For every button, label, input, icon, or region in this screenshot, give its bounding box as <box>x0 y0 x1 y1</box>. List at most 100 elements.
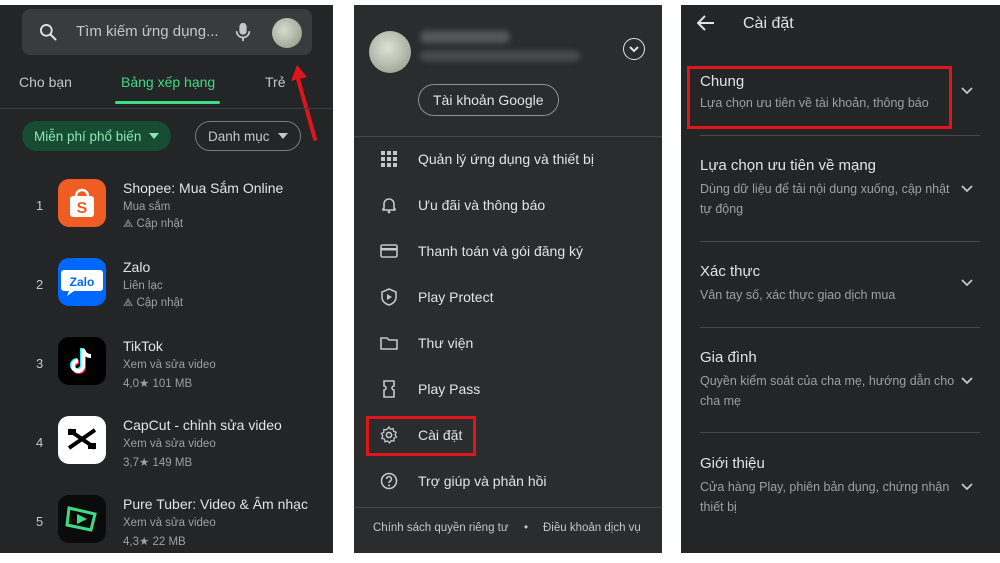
chevron-down-icon <box>961 483 973 491</box>
privacy-policy-link[interactable]: Chính sách quyền riêng tư <box>373 522 509 534</box>
dropdown-arrow-icon <box>149 133 160 139</box>
rank-number: 1 <box>36 198 44 213</box>
profile-avatar[interactable] <box>272 18 302 48</box>
capcut-icon <box>58 416 106 464</box>
section-title: Gia đình <box>700 349 757 366</box>
chip-label: Danh mục <box>208 128 270 144</box>
card-icon <box>380 244 398 258</box>
app-category: Mua sắm <box>123 201 171 213</box>
app-meta: ⟁ Cập nhật <box>123 297 184 309</box>
app-meta: 4,3★ 22 MB <box>123 536 186 548</box>
menu-item-help[interactable]: Trợ giúp và phản hồi <box>354 459 662 505</box>
rank-number: 3 <box>36 356 44 371</box>
folder-icon <box>380 337 398 350</box>
microphone-icon[interactable] <box>234 22 252 42</box>
search-icon <box>40 24 57 41</box>
menu-item-label: Trợ giúp và phản hồi <box>418 473 547 489</box>
settings-section-family[interactable]: Gia đình Quyền kiểm soát của cha mẹ, hướ… <box>681 339 1000 429</box>
settings-panel: Cài đặt Chung Lựa chọn ưu tiên về tài kh… <box>681 5 1000 553</box>
grid-icon <box>381 151 397 167</box>
menu-item-label: Ưu đãi và thông báo <box>418 197 546 213</box>
update-icon: ⟁ <box>123 297 137 309</box>
svg-text:S: S <box>77 200 88 217</box>
list-item[interactable]: 5 Pure Tuber: Video & Âm nhạc Xem và sửa… <box>0 481 333 553</box>
search-bar[interactable]: Tìm kiếm ứng dụng... <box>22 9 312 55</box>
chevron-down-icon <box>961 87 973 95</box>
chevron-down-icon <box>629 45 639 52</box>
menu-item-manage-apps[interactable]: Quản lý ứng dụng và thiết bị <box>354 137 662 183</box>
settings-section-about[interactable]: Giới thiệu Cửa hàng Play, phiên bản dụng… <box>681 445 1000 535</box>
divider <box>700 135 980 136</box>
settings-highlight-box <box>366 416 476 456</box>
puretuber-icon <box>58 495 106 543</box>
menu-item-label: Play Pass <box>418 381 481 397</box>
page-title: Cài đặt <box>743 15 794 32</box>
divider <box>0 108 333 109</box>
tiktok-icon <box>58 337 106 385</box>
general-highlight-box <box>687 66 952 129</box>
menu-item-play-protect[interactable]: Play Protect <box>354 275 662 321</box>
section-title: Giới thiệu <box>700 455 765 472</box>
app-name: Shopee: Mua Sắm Online <box>123 180 284 196</box>
google-account-button[interactable]: Tài khoản Google <box>418 84 559 116</box>
zalo-icon: Zalo <box>58 258 106 306</box>
account-name-blurred <box>420 31 510 43</box>
back-arrow-icon[interactable] <box>697 15 715 31</box>
divider <box>700 241 980 242</box>
app-category: Liên lạc <box>123 280 163 292</box>
app-list: 1 S Shopee: Mua Sắm Online Mua sắm ⟁ Cập… <box>0 165 333 553</box>
free-popular-filter-chip[interactable]: Miễn phí phổ biến <box>22 121 172 151</box>
tab-kids[interactable]: Trẻ <box>265 74 285 90</box>
app-meta: ⟁ Cập nhật <box>123 218 184 230</box>
account-avatar <box>369 31 411 73</box>
bell-icon <box>382 198 396 214</box>
app-name: TikTok <box>123 338 163 354</box>
category-tabs: Cho bạn Bảng xếp hạng Trẻ <box>0 67 333 107</box>
menu-item-play-pass[interactable]: Play Pass <box>354 367 662 413</box>
menu-item-label: Quản lý ứng dụng và thiết bị <box>418 151 594 167</box>
active-tab-indicator <box>115 101 220 104</box>
app-name: Pure Tuber: Video & Âm nhạc <box>123 496 308 512</box>
menu-item-label: Thanh toán và gói đăng ký <box>418 243 584 259</box>
dropdown-arrow-icon <box>277 133 288 139</box>
tab-for-you[interactable]: Cho bạn <box>19 74 72 90</box>
menu-item-payments[interactable]: Thanh toán và gói đăng ký <box>354 229 662 275</box>
update-icon: ⟁ <box>123 218 137 230</box>
section-description: Vân tay số, xác thực giao dịch mua <box>700 288 896 302</box>
category-filter-chip[interactable]: Danh mục <box>195 121 301 151</box>
section-description: Quyền kiểm soát của cha mẹ, hướng dẫn ch… <box>700 374 955 408</box>
account-email-blurred <box>420 51 580 61</box>
app-category: Xem và sửa video <box>123 517 216 529</box>
section-description: Cửa hàng Play, phiên bản dụng, chứng nhậ… <box>700 480 950 514</box>
footer-separator: • <box>524 522 529 534</box>
section-title: Lựa chọn ưu tiên về mạng <box>700 157 877 174</box>
list-item[interactable]: 3 TikTok Xem và sửa video 4,0★ 101 MB <box>0 323 333 402</box>
search-input[interactable]: Tìm kiếm ứng dụng... <box>76 23 219 40</box>
expand-accounts-button[interactable] <box>623 38 645 60</box>
settings-section-authentication[interactable]: Xác thực Vân tay số, xác thực giao dịch … <box>681 253 1000 325</box>
shield-icon <box>381 288 397 306</box>
settings-section-network[interactable]: Lựa chọn ưu tiên về mạng Dùng dữ liệu để… <box>681 147 1000 237</box>
list-item[interactable]: 2 Zalo Zalo Liên lạc ⟁ Cập nhật <box>0 244 333 323</box>
help-icon <box>380 472 398 490</box>
divider <box>700 327 980 328</box>
app-category: Xem và sửa video <box>123 438 216 450</box>
rank-number: 2 <box>36 277 44 292</box>
rank-number: 5 <box>36 514 44 529</box>
list-item[interactable]: 4 CapCut - chỉnh sửa video Xem và sửa vi… <box>0 402 333 481</box>
section-title: Xác thực <box>700 263 761 280</box>
menu-item-library[interactable]: Thư viện <box>354 321 662 367</box>
terms-of-service-link[interactable]: Điều khoản dịch vụ <box>543 522 641 534</box>
list-item[interactable]: 1 S Shopee: Mua Sắm Online Mua sắm ⟁ Cập… <box>0 165 333 244</box>
chip-label: Miễn phí phổ biến <box>34 128 142 144</box>
menu-item-label: Play Protect <box>418 289 494 305</box>
app-meta: 4,0★ 101 MB <box>123 378 193 390</box>
shopee-icon: S <box>58 179 106 227</box>
app-category: Xem và sửa video <box>123 359 216 371</box>
menu-item-offers[interactable]: Ưu đãi và thông báo <box>354 183 662 229</box>
app-meta: 3,7★ 149 MB <box>123 457 193 469</box>
tab-top-charts[interactable]: Bảng xếp hạng <box>121 74 215 90</box>
play-store-charts-panel: Tìm kiếm ứng dụng... Cho bạn Bảng xếp hạ… <box>0 5 333 553</box>
app-name: Zalo <box>123 259 151 275</box>
chevron-down-icon <box>961 377 973 385</box>
